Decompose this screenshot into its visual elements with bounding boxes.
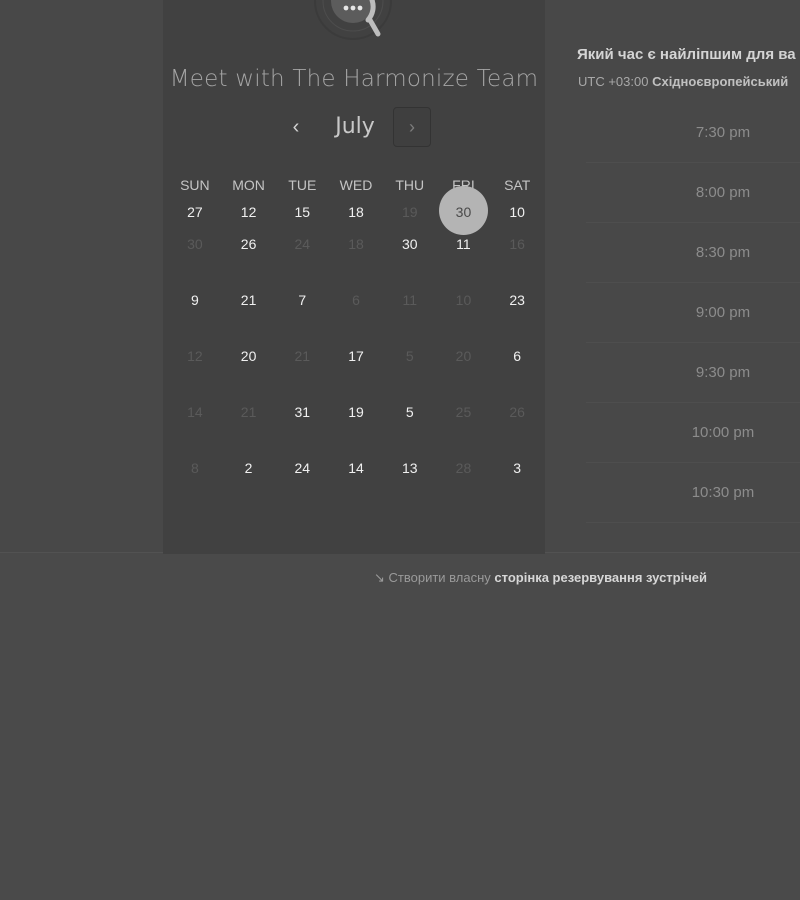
calendar-day-number: 10 [455, 292, 472, 308]
calendar-week-row: 8 2 24 14 13 28 3 [168, 426, 544, 482]
calendar-day: 6 [329, 258, 383, 314]
calendar-day[interactable]: 2 [222, 426, 276, 482]
calendar-day[interactable]: 21 [222, 258, 276, 314]
calendar-day-number: 9 [190, 292, 199, 308]
calendar-day-number: 26 [509, 404, 525, 420]
calendar-day-number: 16 [509, 236, 525, 252]
calendar-grid: SUN MON TUE WED THU FRI SAT 27 12 15 18 19 30… [168, 176, 544, 482]
calendar-day[interactable]: 7 [275, 258, 329, 314]
calendar-day: 8 [168, 426, 222, 482]
calendar-day: 25 [437, 370, 491, 426]
footer-text: Створити власну [388, 570, 491, 585]
calendar-day-number: 17 [348, 348, 364, 364]
footer-create-link[interactable]: ↘ Створити власну сторінка резервування … [374, 570, 707, 586]
schedule-question: Який час є найліпшим для ва [577, 46, 796, 63]
calendar-day[interactable]: 19 [329, 370, 383, 426]
calendar-day: 30 [168, 202, 222, 258]
time-slot-button[interactable]: 10:30 pm [586, 463, 800, 523]
calendar-day-number: 14 [187, 404, 203, 420]
calendar-day-number: 11 [456, 236, 471, 252]
footer-link-text[interactable]: сторінка резервування зустрічей [494, 570, 707, 585]
time-slot-button[interactable]: 8:00 pm [586, 163, 800, 223]
calendar-day-number: 13 [401, 460, 418, 476]
calendar-day-number: 7 [298, 292, 307, 308]
timezone-label[interactable]: UTC +03:00 Східноєвропейський [578, 74, 788, 89]
calendar-day: 24 [275, 202, 329, 258]
calendar-day-number: 11 [402, 292, 417, 308]
calendar-day-number: 23 [509, 292, 525, 308]
calendar-day-number: 12 [187, 348, 203, 364]
calendar-day-number: 30 [187, 236, 203, 252]
calendar-day-number: 20 [455, 348, 472, 364]
calendar-day: 21 [275, 314, 329, 370]
calendar-day: 14 [168, 370, 222, 426]
time-slot-button[interactable]: 8:30 pm [586, 223, 800, 283]
time-slot-button[interactable]: 7:30 pm [586, 103, 800, 163]
calendar-day: 10 [437, 258, 491, 314]
calendar-day[interactable]: 11 [437, 202, 491, 258]
calendar-day-number: 19 [348, 404, 364, 420]
calendar-day-number: 14 [348, 460, 364, 476]
calendar-day-number: 25 [455, 404, 472, 420]
calendar-day[interactable]: 30 [383, 202, 437, 258]
calendar-day: 18 [329, 202, 383, 258]
calendar-day-number: 28 [455, 460, 472, 476]
calendar-day-number: 5 [405, 404, 414, 420]
calendar-day[interactable]: 20 [222, 314, 276, 370]
calendar-day-number: 2 [244, 460, 253, 476]
calendar-day-number: 26 [240, 236, 257, 252]
month-label: July [335, 114, 375, 139]
calendar-week-row: 12 20 21 17 5 20 6 [168, 314, 544, 370]
calendar-day[interactable]: 31 [275, 370, 329, 426]
calendar-day: 16 [490, 202, 544, 258]
calendar-day-number: 31 [294, 404, 311, 420]
calendar-day-number: 18 [348, 236, 364, 252]
next-month-button[interactable]: › [393, 107, 431, 147]
calendar-day[interactable]: 3 [490, 426, 544, 482]
calendar-day: 20 [437, 314, 491, 370]
calendar-week-row: 9 21 7 6 11 10 23 [168, 258, 544, 314]
calendar-day[interactable]: 14 [329, 426, 383, 482]
prev-month-button[interactable]: ‹ [283, 112, 309, 142]
calendar-week-row: 30 26 24 18 30 11 16 [168, 202, 544, 258]
calendar-day: 12 [168, 314, 222, 370]
timezone-name: Східноєвропейський [652, 74, 789, 89]
calendar-day: 5 [383, 314, 437, 370]
calendar-day: 28 [437, 426, 491, 482]
calendar-day-number: 6 [352, 292, 360, 308]
calendar-day-number: 21 [240, 404, 257, 420]
calendar-day-number: 6 [513, 348, 522, 364]
calendar-day[interactable]: 6 [490, 314, 544, 370]
calendar-day: 11 [383, 258, 437, 314]
calendar-day[interactable]: 5 [383, 370, 437, 426]
calendar-day-number: 5 [405, 348, 414, 364]
calendar-week-row: 14 21 31 19 5 25 26 [168, 370, 544, 426]
calendar-day-number: 20 [240, 348, 257, 364]
calendar-day[interactable]: 26 [222, 202, 276, 258]
calendar-day-number: 24 [294, 460, 311, 476]
calendar-day: 21 [222, 370, 276, 426]
calendar-day: 26 [490, 370, 544, 426]
time-slot-button[interactable]: 10:00 pm [586, 403, 800, 463]
calendar-day[interactable]: 17 [329, 314, 383, 370]
calendar-day[interactable]: 23 [490, 258, 544, 314]
calendar-day[interactable]: 24 [275, 426, 329, 482]
time-slot-button[interactable]: 9:00 pm [586, 283, 800, 343]
calendar-day-number: 3 [513, 460, 522, 476]
calendar-day-number: 21 [294, 348, 311, 364]
calendar-day[interactable]: 9 [168, 258, 222, 314]
timezone-offset: UTC +03:00 [578, 74, 649, 89]
arrow-icon: ↘ [374, 570, 385, 585]
time-slot-button[interactable]: 9:30 pm [586, 343, 800, 403]
page-title: Meet with The Harmonize Team [169, 66, 539, 92]
calendar-day-number: 30 [401, 236, 418, 252]
chat-logo-icon [314, 0, 392, 40]
calendar-day-number: 24 [294, 236, 311, 252]
calendar-day-number: 21 [240, 292, 257, 308]
calendar-day-number: 8 [190, 460, 199, 476]
calendar-day[interactable]: 13 [383, 426, 437, 482]
